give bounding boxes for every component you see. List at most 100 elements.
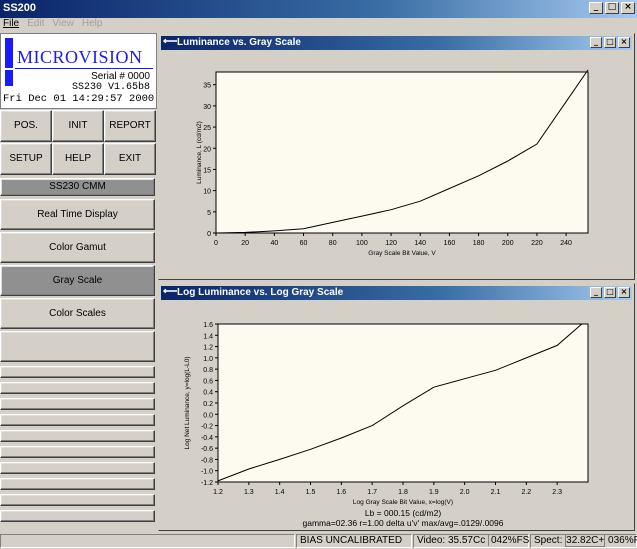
log-window-title: Log Luminance vs. Log Gray Scale <box>177 287 344 298</box>
spect-fs: 036%FS <box>608 535 637 546</box>
x-tick-label: 2.0 <box>460 489 470 496</box>
spect-label: Spect: <box>534 535 563 546</box>
close-icon[interactable]: × <box>618 287 630 298</box>
spect-value: 32.82C+ <box>565 534 606 547</box>
menu-bar: File Edit View Help <box>0 18 637 32</box>
minimize-icon[interactable]: _ <box>589 2 603 14</box>
y-tick-label: 0.8 <box>203 367 213 374</box>
close-icon[interactable]: × <box>621 2 635 14</box>
x-tick-label: 100 <box>356 240 368 247</box>
logo-mark-lower <box>5 70 13 86</box>
x-tick-label: 140 <box>414 240 426 247</box>
x-tick-label: 0 <box>214 240 218 247</box>
luminance-window-title-bar[interactable]: ⟵ Luminance vs. Gray Scale _ □ × <box>161 36 632 50</box>
close-icon[interactable]: × <box>618 37 630 48</box>
window-menu-icon[interactable]: ⟵ <box>163 37 177 48</box>
color-scales-button[interactable]: Color Scales <box>0 298 155 329</box>
menu-view[interactable]: View <box>52 18 74 32</box>
y-tick-label: 0.0 <box>203 412 213 419</box>
x-tick-label: 20 <box>241 240 249 247</box>
log-luminance-window: ⟵ Log Luminance vs. Log Gray Scale _ □ ×… <box>158 283 635 531</box>
y-tick-label: -0.2 <box>201 424 213 431</box>
y-tick-label: 1.6 <box>203 322 213 329</box>
y-tick-label: 1.0 <box>203 356 213 363</box>
x-tick-label: 1.3 <box>244 489 254 496</box>
blank-mode-button[interactable] <box>0 331 155 362</box>
date-time: Fri Dec 01 14:29:57 2000 <box>3 93 155 105</box>
x-tick-label: 1.6 <box>336 489 346 496</box>
x-tick-label: 1.2 <box>213 489 223 496</box>
x-tick-label: 1.4 <box>275 489 285 496</box>
log-window-title-bar[interactable]: ⟵ Log Luminance vs. Log Gray Scale _ □ × <box>161 286 632 300</box>
x-tick-label: 2.1 <box>491 489 501 496</box>
y-tick-label: -0.8 <box>201 457 213 464</box>
x-tick-label: 2.2 <box>521 489 531 496</box>
status-blank <box>0 534 295 548</box>
menu-file[interactable]: File <box>3 18 19 32</box>
x-tick-label: 1.5 <box>306 489 316 496</box>
blank-button-7[interactable] <box>0 462 155 474</box>
video-fs: 042%FS <box>488 535 530 546</box>
logo-divider <box>15 68 153 69</box>
luminance-window-title: Luminance vs. Gray Scale <box>177 37 301 48</box>
brand-logo-text: MICROVISION <box>17 47 143 67</box>
menu-edit[interactable]: Edit <box>27 18 44 32</box>
video-label: Video: <box>417 535 446 546</box>
help-button[interactable]: HELP <box>52 143 104 175</box>
x-tick-label: 2.3 <box>552 489 562 496</box>
logo-panel: MICROVISION Serial # 0000 SS230 V1.65b8 … <box>0 33 157 109</box>
bias-status: BIAS UNCALIBRATED <box>296 534 412 548</box>
chart-annotation: gamma=02.36 r=1.00 delta u'v' max/avg=.0… <box>302 518 503 528</box>
x-tick-label: 1.7 <box>367 489 377 496</box>
init-button[interactable]: INIT <box>52 110 104 142</box>
x-axis-label: Gray Scale Bit Value, V <box>368 250 436 257</box>
serial-number: Serial # 0000 <box>91 71 150 82</box>
gray-scale-button[interactable]: Gray Scale <box>0 265 155 296</box>
status-bar: BIAS UNCALIBRATED Video: 35.57Cc 042%FS … <box>0 533 637 549</box>
blank-button-1[interactable] <box>0 366 155 378</box>
report-button[interactable]: REPORT <box>104 110 156 142</box>
setup-button[interactable]: SETUP <box>0 143 52 175</box>
blank-button-3[interactable] <box>0 398 155 410</box>
maximize-icon[interactable]: □ <box>604 287 616 298</box>
maximize-icon[interactable]: □ <box>605 2 619 14</box>
chart-annotation: Lb = 000.15 (cd/m2) <box>365 508 441 518</box>
control-panel: MICROVISION Serial # 0000 SS230 V1.65b8 … <box>0 33 157 532</box>
y-tick-label: 0.2 <box>203 401 213 408</box>
luminance-window: ⟵ Luminance vs. Gray Scale _ □ × 0 20 40 60… <box>158 33 635 280</box>
menu-help[interactable]: Help <box>82 18 103 32</box>
video-status: Video: 35.57Cc 042%FS <box>413 534 530 548</box>
luminance-chart: 0 20 40 60 80 100 120 140 160 180 200 220 240 0 5 10 15 2… <box>196 69 589 257</box>
y-tick-label: 15 <box>203 167 211 174</box>
y-axis-label: Luminance, L (cd/m2) <box>196 121 203 184</box>
y-tick-label: 1.2 <box>203 345 213 352</box>
blank-button-4[interactable] <box>0 414 155 426</box>
y-tick-label: 5 <box>207 210 211 217</box>
exit-button[interactable]: EXIT <box>104 143 156 175</box>
minimize-icon[interactable]: _ <box>590 37 602 48</box>
blank-button-10[interactable] <box>0 510 155 522</box>
x-tick-label: 1.9 <box>429 489 439 496</box>
maximize-icon[interactable]: □ <box>604 37 616 48</box>
x-tick-label: 220 <box>531 240 543 247</box>
y-axis-label: Log Net Luminance, y=log(L-L0) <box>184 356 191 449</box>
app-title-bar: SS200 _ □ × <box>0 0 637 18</box>
x-tick-label: 1.8 <box>398 489 408 496</box>
x-tick-label: 240 <box>560 240 572 247</box>
y-tick-label: 20 <box>203 146 211 153</box>
color-gamut-button[interactable]: Color Gamut <box>0 232 155 263</box>
minimize-icon[interactable]: _ <box>590 287 602 298</box>
blank-button-8[interactable] <box>0 478 155 490</box>
x-tick-label: 120 <box>385 240 397 247</box>
y-tick-label: 30 <box>203 104 211 111</box>
blank-button-9[interactable] <box>0 494 155 506</box>
blank-button-2[interactable] <box>0 382 155 394</box>
y-tick-label: 1.4 <box>203 333 213 340</box>
pos-button[interactable]: POS. <box>0 110 52 142</box>
x-tick-label: 160 <box>444 240 456 247</box>
window-menu-icon[interactable]: ⟵ <box>163 287 177 298</box>
realtime-display-button[interactable]: Real Time Display <box>0 199 155 230</box>
blank-button-6[interactable] <box>0 446 155 458</box>
blank-button-5[interactable] <box>0 430 155 442</box>
x-axis-label: Log Gray Scale Bit Value, x=log(V) <box>353 499 453 506</box>
